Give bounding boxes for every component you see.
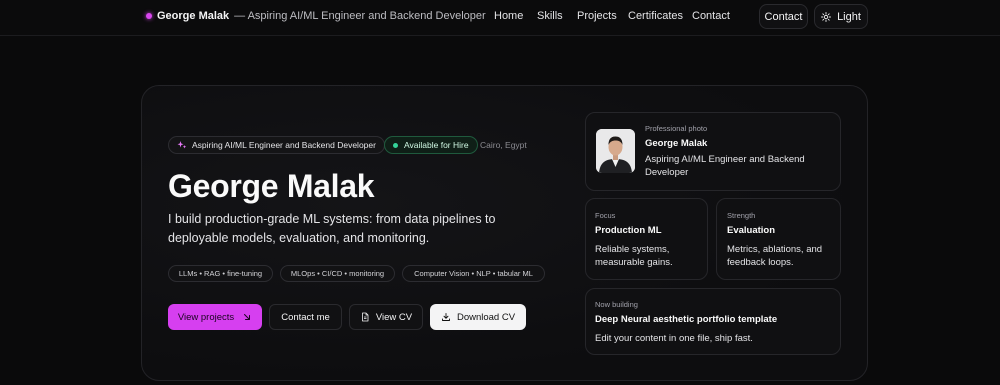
strength-text: Metrics, ablations, and feedback loops. (727, 244, 823, 268)
strength-label: Strength (727, 211, 756, 220)
role-pill: Aspiring AI/ML Engineer and Backend Deve… (168, 136, 385, 154)
contact-button[interactable]: Contact (759, 4, 808, 29)
arrow-down-right-icon (244, 314, 251, 320)
now-building-title: Deep Neural aesthetic portfolio template (595, 314, 778, 325)
theme-toggle-button[interactable]: Light (814, 4, 868, 29)
brand-tagline: — Aspiring AI/ML Engineer and Backend De… (234, 10, 486, 22)
nav-link-skills[interactable]: Skills (537, 10, 563, 22)
hero-title: George Malak (168, 168, 375, 204)
download-icon (442, 313, 450, 321)
brand[interactable]: George Malak — Aspiring AI/ML Engineer a… (146, 10, 486, 22)
view-projects-label: View projects (177, 311, 235, 323)
status-dot-icon (393, 142, 398, 148)
hire-badge-label: Available for Hire (404, 140, 469, 150)
nav-link-projects[interactable]: Projects (577, 10, 617, 22)
focus-text: Reliable systems, measurable gains. (595, 244, 673, 268)
download-cv-button[interactable]: Download CV (430, 304, 526, 330)
top-navigation-bar: George Malak — Aspiring AI/ML Engineer a… (0, 0, 1000, 36)
download-cv-label: Download CV (456, 311, 516, 323)
nav-link-home[interactable]: Home (494, 10, 523, 22)
nav-link-contact[interactable]: Contact (692, 10, 730, 22)
strength-title: Evaluation (727, 225, 776, 236)
focus-label: Focus (595, 211, 616, 220)
view-cv-label: View CV (375, 311, 413, 323)
theme-toggle-label: Light (837, 10, 861, 23)
document-icon (361, 312, 369, 322)
location-text: Cairo, Egypt (480, 140, 527, 150)
contact-me-button[interactable]: Contact me (269, 304, 342, 330)
skill-tag-llms: LLMs • RAG • fine-tuning (168, 265, 273, 282)
nav-link-certificates[interactable]: Certificates (628, 10, 683, 22)
now-building-label: Now building (595, 300, 638, 309)
skill-tag-mlops: MLOps • CI/CD • monitoring (280, 265, 395, 282)
hero-subtitle: I build production-grade ML systems: fro… (168, 212, 496, 245)
focus-title: Production ML (595, 225, 662, 236)
view-projects-button[interactable]: View projects (168, 304, 262, 330)
profile-role: Aspiring AI/ML Engineer and Backend Deve… (645, 154, 805, 178)
brand-name: George Malak (157, 10, 230, 22)
skill-tag-cv-nlp: Computer Vision • NLP • tabular ML (402, 265, 545, 282)
now-building-text: Edit your content in one file, ship fast… (595, 333, 753, 344)
sun-icon (821, 11, 832, 22)
profile-photo (596, 129, 635, 173)
profile-label: Professional photo (645, 124, 708, 133)
role-pill-label: Aspiring AI/ML Engineer and Backend Deve… (192, 140, 376, 150)
profile-name: George Malak (645, 138, 708, 149)
sparkles-icon (177, 141, 187, 149)
view-cv-button[interactable]: View CV (349, 304, 423, 330)
available-for-hire-badge: Available for Hire (384, 136, 478, 154)
brand-dot-icon (146, 13, 152, 19)
